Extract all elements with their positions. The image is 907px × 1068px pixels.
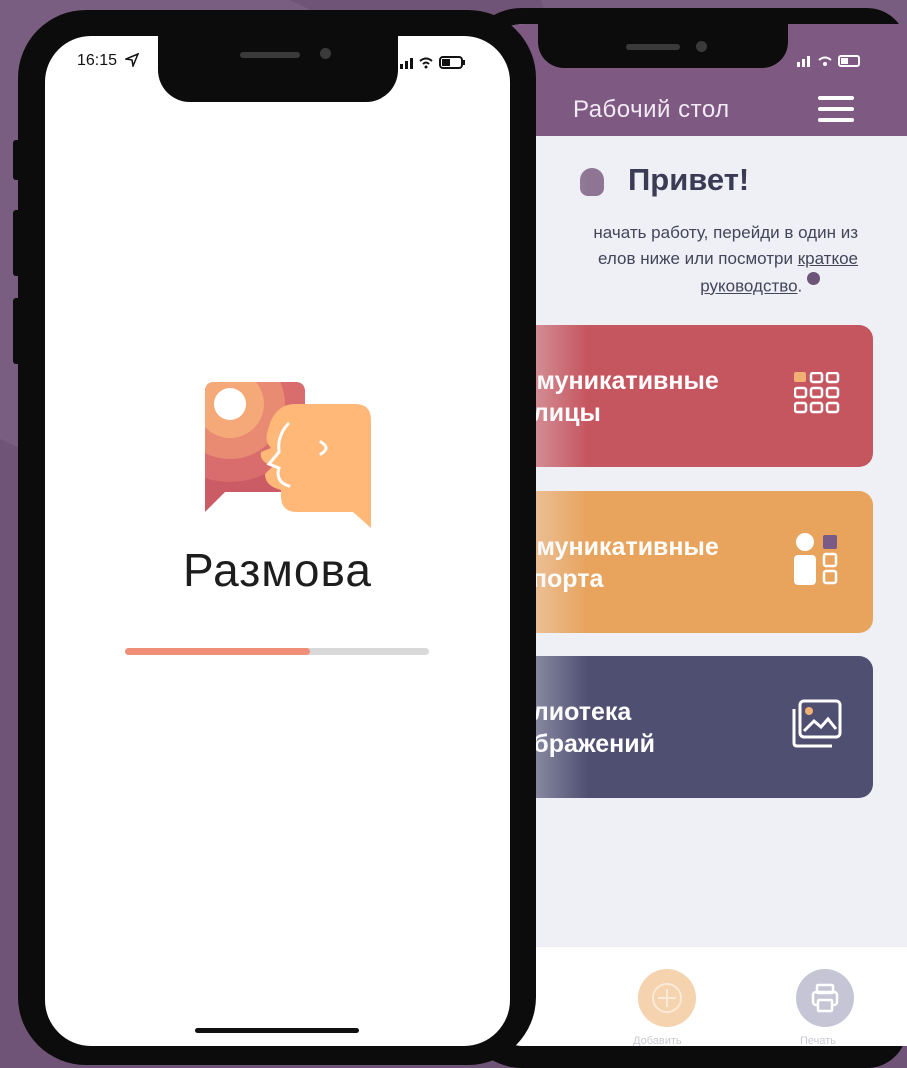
print-label: Печать [800, 1035, 837, 1046]
razmova-logo [205, 382, 371, 528]
front-camera [320, 48, 331, 59]
printer-icon [811, 983, 839, 1013]
front-phone-screen: 16:15 Размова [45, 36, 510, 1046]
mute-switch [13, 140, 21, 180]
speaker [240, 52, 300, 58]
greeting-title: Привет! [628, 162, 750, 197]
bottom-navigation: Добавить Печать [478, 946, 907, 1046]
loading-progress-bar [125, 648, 429, 655]
location-arrow-icon [123, 52, 140, 70]
gallery-icon [792, 699, 842, 748]
add-button[interactable] [638, 969, 696, 1027]
app-name: Размова [182, 544, 373, 596]
status-icons [797, 54, 867, 71]
status-indicators-icon [797, 55, 860, 67]
people-icon [794, 533, 838, 585]
status-icons [400, 54, 480, 70]
guide-link-part1[interactable]: краткое [798, 249, 858, 268]
plus-icon [658, 997, 676, 999]
app-header: Рабочий стол [478, 24, 907, 136]
volume-up-button [13, 210, 21, 276]
status-time: 16:15 [77, 52, 118, 69]
grid-icon [794, 372, 840, 414]
intro-line-3-suffix: . [797, 276, 803, 296]
speaker [626, 44, 680, 50]
home-indicator[interactable] [195, 1028, 359, 1033]
help-icon[interactable]: ? [807, 272, 820, 285]
loading-progress-fill [125, 648, 311, 655]
add-label: Добавить [633, 1035, 682, 1046]
print-button[interactable] [796, 969, 854, 1027]
guide-link-part2[interactable]: руководство [700, 277, 797, 296]
volume-down-button [13, 298, 21, 364]
phone-notch [538, 24, 788, 68]
front-camera [696, 41, 707, 52]
phone-notch [158, 36, 398, 102]
status-indicators-icon [400, 56, 465, 69]
menu-icon[interactable] [818, 96, 854, 124]
intro-line-2-text: елов ниже или посмотри [598, 249, 798, 268]
back-phone-screen: Рабочий стол Привет! начать работу, пере… [478, 24, 907, 1046]
header-title: Рабочий стол [573, 96, 730, 123]
